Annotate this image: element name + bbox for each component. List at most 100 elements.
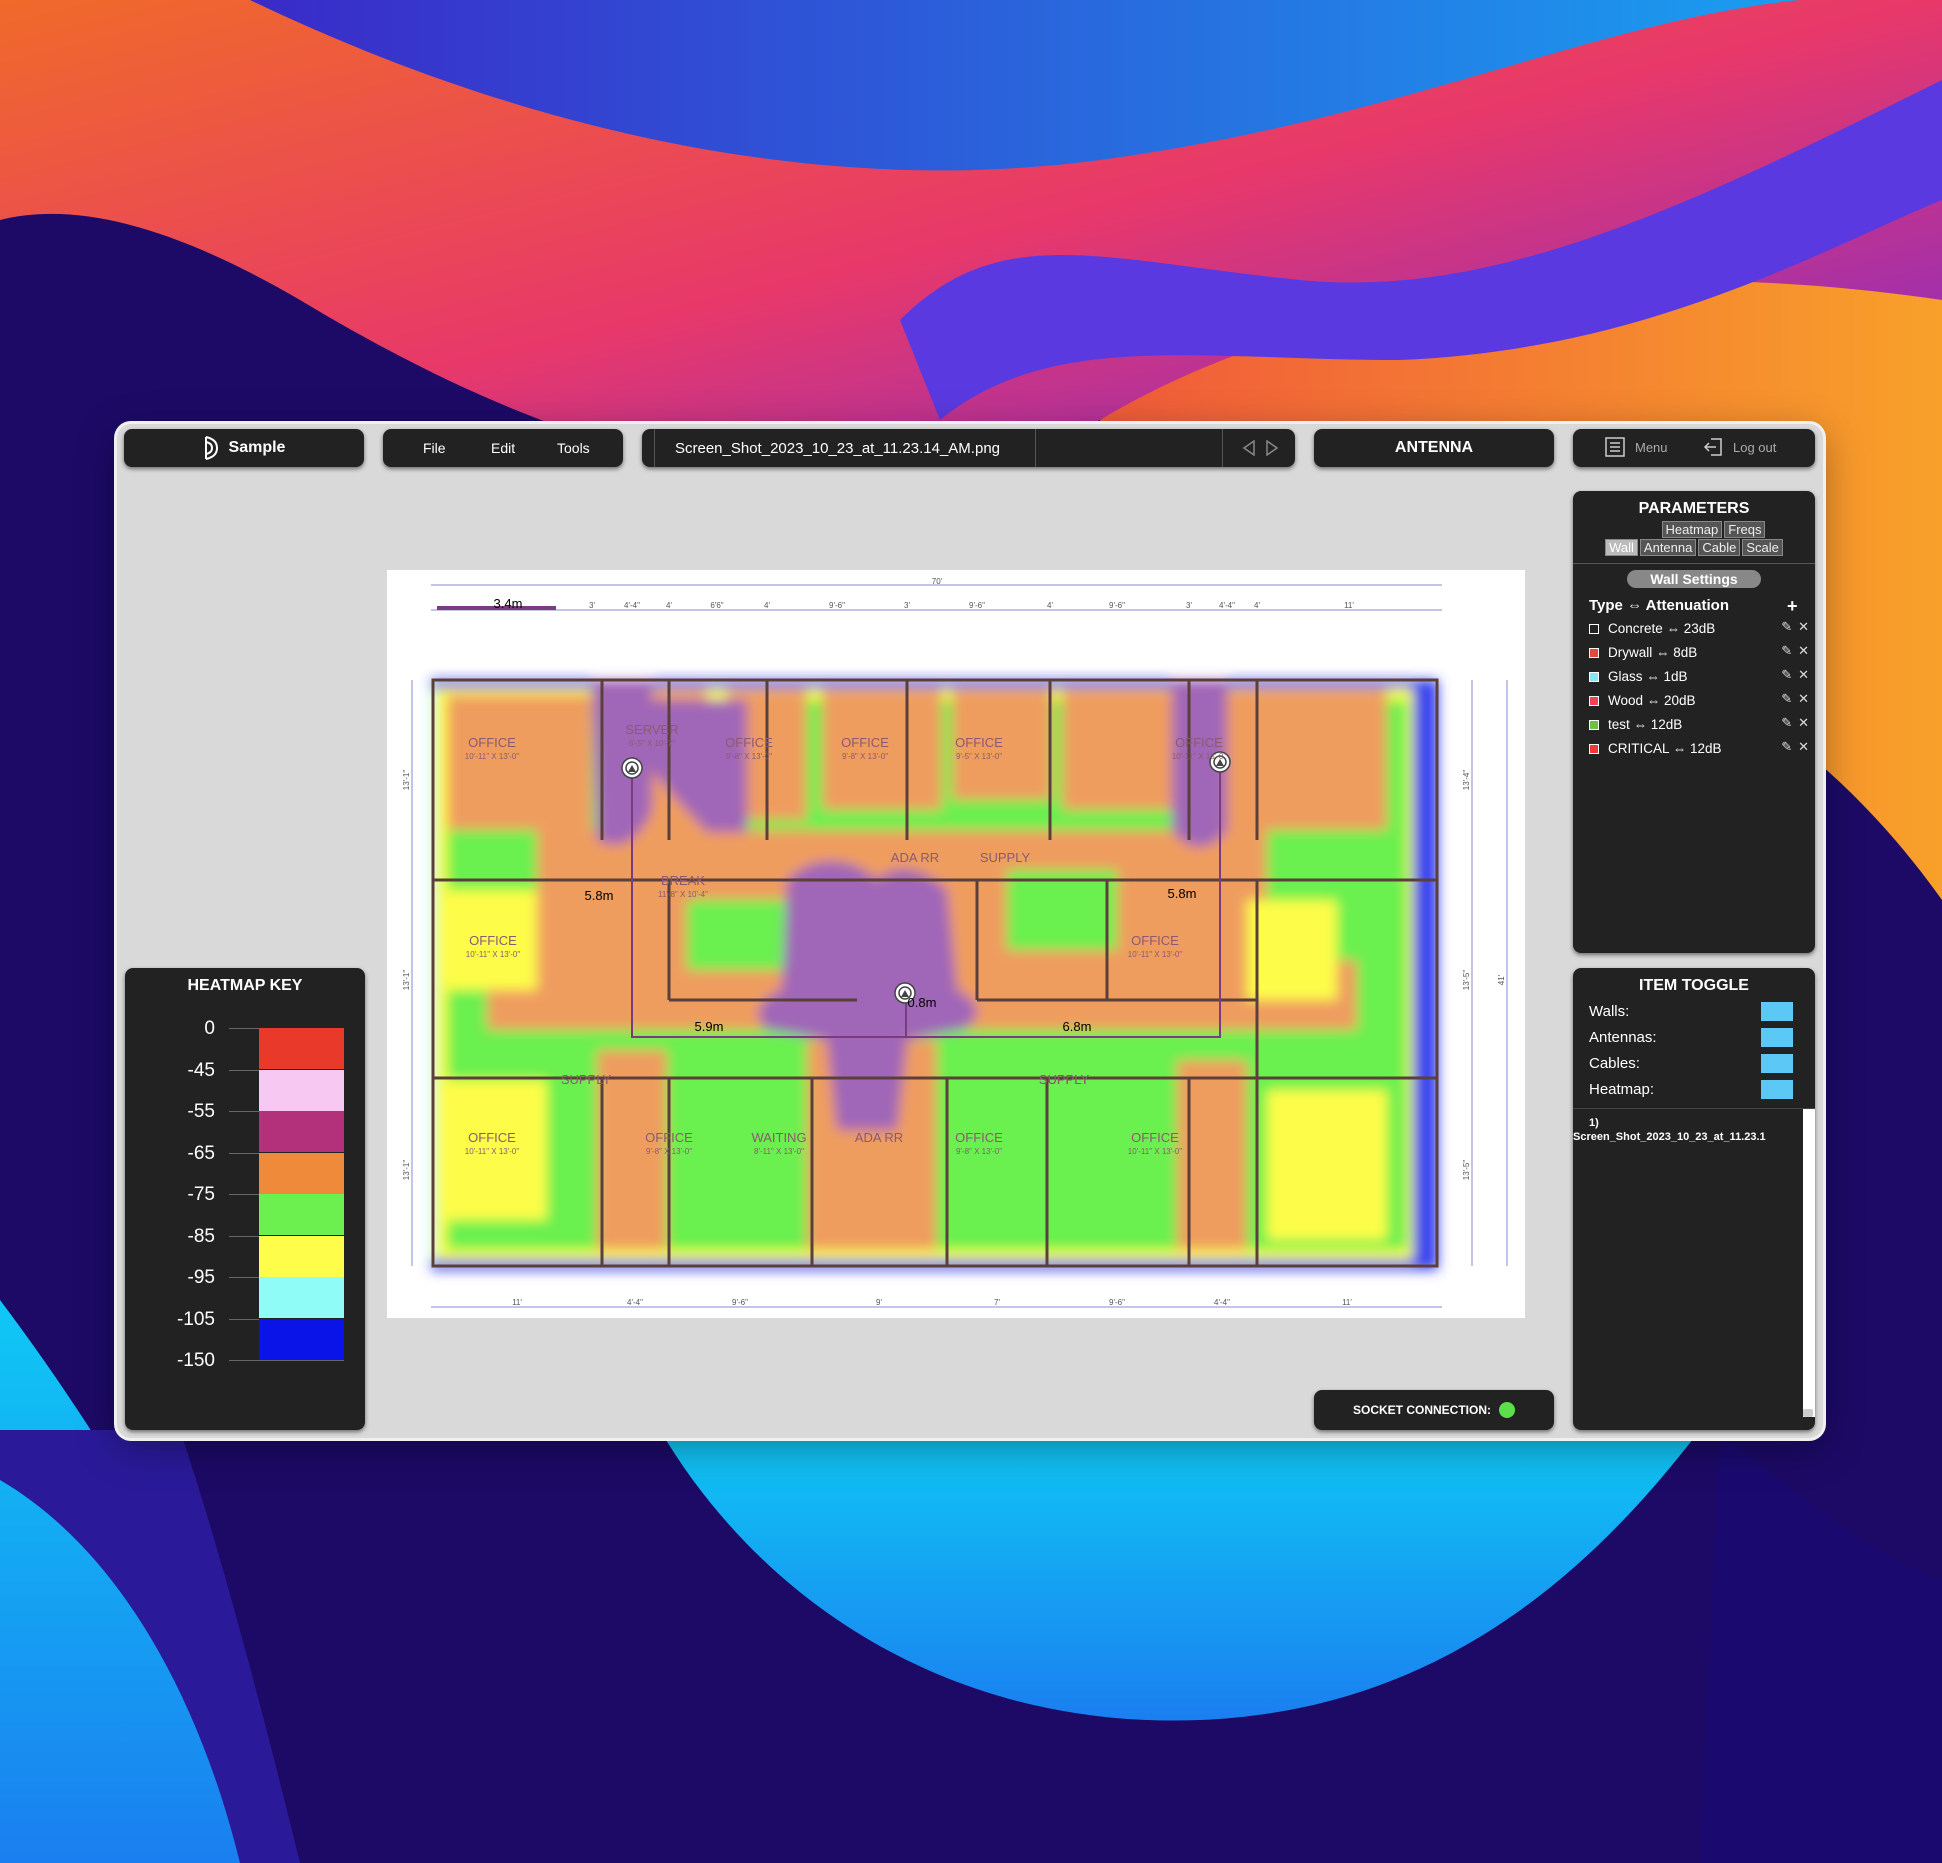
room-dims: 9'-8" X 13'-0" [646, 1147, 692, 1156]
delete-wall-icon[interactable]: ✕ [1798, 715, 1809, 731]
room-dims: 10'-11" X 13'-0" [1128, 1147, 1183, 1156]
dimension-label: 9'-6" [1109, 1298, 1125, 1307]
heatmap-key-tick [229, 1360, 344, 1361]
delete-wall-icon[interactable]: ✕ [1798, 691, 1809, 707]
heatmap-key-swatch [259, 1318, 344, 1360]
file-tab-name: Screen_Shot_2023_10_23_at_11.23.14_AM.pn… [675, 440, 1000, 457]
cable-length-label: 0.8m [908, 995, 937, 1010]
prev-file-icon[interactable] [1242, 440, 1256, 456]
heatmap-layer [431, 680, 1438, 1270]
file-list-scrollbar[interactable] [1803, 1109, 1815, 1417]
delete-wall-icon[interactable]: ✕ [1798, 643, 1809, 659]
wall-type-row[interactable]: Glass ⇔ 1dB ✎ ✕ [1589, 667, 1809, 684]
wall-color-swatch [1589, 743, 1599, 754]
wall-type-label: Wood ⇔ 20dB [1608, 693, 1696, 708]
edit-wall-icon[interactable]: ✎ [1781, 667, 1792, 683]
dimension-label: 9'-6" [732, 1298, 748, 1307]
tab-heatmap[interactable]: Heatmap [1661, 521, 1723, 538]
dimension-label: 13'-4" [1462, 770, 1471, 791]
file-list-item[interactable]: Screen_Shot_2023_10_23_at_11.23.1 [1573, 1131, 1801, 1143]
dimension-label: 3' [589, 601, 595, 610]
toggle-switch[interactable] [1761, 1080, 1793, 1099]
dimension-label: 11' [512, 1298, 522, 1307]
antenna-icon[interactable] [621, 757, 643, 779]
add-wall-button[interactable]: + [1787, 596, 1798, 617]
heatmap-key-swatch [259, 1069, 344, 1111]
toggle-switch[interactable] [1761, 1054, 1793, 1073]
menu-edit[interactable]: Edit [491, 440, 515, 456]
dimension-label: 4'-4" [624, 601, 640, 610]
dimension-label: 4'-4" [1219, 601, 1235, 610]
dimension-label: 13'-5" [1462, 970, 1471, 991]
edit-wall-icon[interactable]: ✎ [1781, 691, 1792, 707]
room-dims: 9'-8" X 13'-0" [842, 752, 888, 761]
socket-status-bar: SOCKET CONNECTION: [1314, 1390, 1554, 1430]
delete-wall-icon[interactable]: ✕ [1798, 667, 1809, 683]
wall-type-row[interactable]: test ⇔ 12dB ✎ ✕ [1589, 715, 1809, 732]
toggle-row: Antennas: [1589, 1028, 1793, 1047]
toggle-switch[interactable] [1761, 1028, 1793, 1047]
wall-type-row[interactable]: Drywall ⇔ 8dB ✎ ✕ [1589, 643, 1809, 660]
cable-length-label: 5.9m [695, 1019, 724, 1034]
heatmap-key-label: -105 [176, 1308, 215, 1330]
heatmap-key-title: HEATMAP KEY [187, 977, 303, 994]
heatmap-key-label: 0 [204, 1018, 215, 1039]
edit-wall-icon[interactable]: ✎ [1781, 619, 1792, 635]
tab-antenna[interactable]: Antenna [1639, 539, 1697, 556]
dimension-label: 41' [1497, 974, 1506, 985]
heatmap-key-panel: HEATMAP KEY 0 -45 -55 -65 -75 -85 -95 -105 -150 [125, 968, 365, 1430]
mode-bar[interactable]: ANTENNA [1314, 429, 1554, 467]
toggle-label: Antennas: [1589, 1029, 1657, 1046]
app-window: Sample File Edit Tools Screen_Shot_2023_… [117, 424, 1823, 1438]
toggle-label: Cables: [1589, 1055, 1640, 1072]
wall-type-label: Drywall ⇔ 8dB [1608, 645, 1698, 660]
menubar: File Edit Tools [383, 429, 623, 467]
dimension-label: 4'-4" [627, 1298, 643, 1307]
dimension-label: 9'-6" [969, 601, 985, 610]
wall-type-label: Concrete ⇔ 23dB [1608, 621, 1716, 636]
tab-wall[interactable]: Wall [1605, 539, 1638, 556]
dimension-label: 11' [1342, 1298, 1352, 1307]
wall-type-label: test ⇔ 12dB [1608, 717, 1683, 732]
toggle-switch[interactable] [1761, 1002, 1793, 1021]
room-label: OFFICE [841, 735, 889, 750]
dimension-label: 9' [876, 1298, 882, 1307]
wall-settings-header[interactable]: Wall Settings [1627, 570, 1761, 588]
wall-color-swatch [1589, 623, 1599, 634]
app-logo-icon [204, 436, 218, 460]
logout-button[interactable]: Log out [1703, 437, 1776, 457]
heatmap-key-swatch [259, 1235, 344, 1277]
wall-type-row[interactable]: CRITICAL ⇔ 12dB ✎ ✕ [1589, 739, 1809, 756]
file-tab[interactable]: Screen_Shot_2023_10_23_at_11.23.14_AM.pn… [654, 429, 1036, 467]
app-title-bar[interactable]: Sample [124, 429, 364, 467]
menu-file[interactable]: File [423, 440, 446, 456]
heatmap-key-label: -55 [187, 1101, 215, 1122]
floorplan-canvas[interactable]: OFFICE 10'-11" X 13'-0" SERVER 6'-5" X 10'-… [387, 570, 1525, 1318]
room-dims: 10'-11" X 13'-0" [1172, 752, 1227, 761]
delete-wall-icon[interactable]: ✕ [1798, 619, 1809, 635]
toggle-row: Walls: [1589, 1002, 1793, 1021]
menu-button[interactable]: Menu [1605, 437, 1668, 457]
floorplan-svg[interactable]: OFFICE 10'-11" X 13'-0" SERVER 6'-5" X 10'-… [387, 570, 1525, 1318]
tab-cable[interactable]: Cable [1698, 539, 1741, 556]
delete-wall-icon[interactable]: ✕ [1798, 739, 1809, 755]
heatmap-key-swatch [259, 1152, 344, 1194]
toggle-label: Heatmap: [1589, 1081, 1655, 1098]
wall-type-row[interactable]: Wood ⇔ 20dB ✎ ✕ [1589, 691, 1809, 708]
tab-scale[interactable]: Scale [1742, 539, 1783, 556]
edit-wall-icon[interactable]: ✎ [1781, 643, 1792, 659]
dimension-label: 13'-1" [402, 770, 411, 791]
room-dims: 11'-8" X 10'-4" [658, 890, 708, 899]
heatmap-key-label: -65 [187, 1142, 215, 1164]
resize-handle-icon[interactable] [1803, 1409, 1813, 1417]
tab-freqs[interactable]: Freqs [1724, 521, 1766, 538]
menu-tools[interactable]: Tools [557, 440, 590, 456]
edit-wall-icon[interactable]: ✎ [1781, 715, 1792, 731]
room-label: OFFICE [725, 735, 773, 750]
next-file-icon[interactable] [1265, 440, 1279, 456]
room-dims: 8'-11" X 13'-0" [754, 1147, 804, 1156]
heatmap-key-swatch [259, 1028, 344, 1069]
item-toggle-title: ITEM TOGGLE [1639, 977, 1749, 994]
wall-type-row[interactable]: Concrete ⇔ 23dB ✎ ✕ [1589, 619, 1809, 636]
edit-wall-icon[interactable]: ✎ [1781, 739, 1792, 755]
